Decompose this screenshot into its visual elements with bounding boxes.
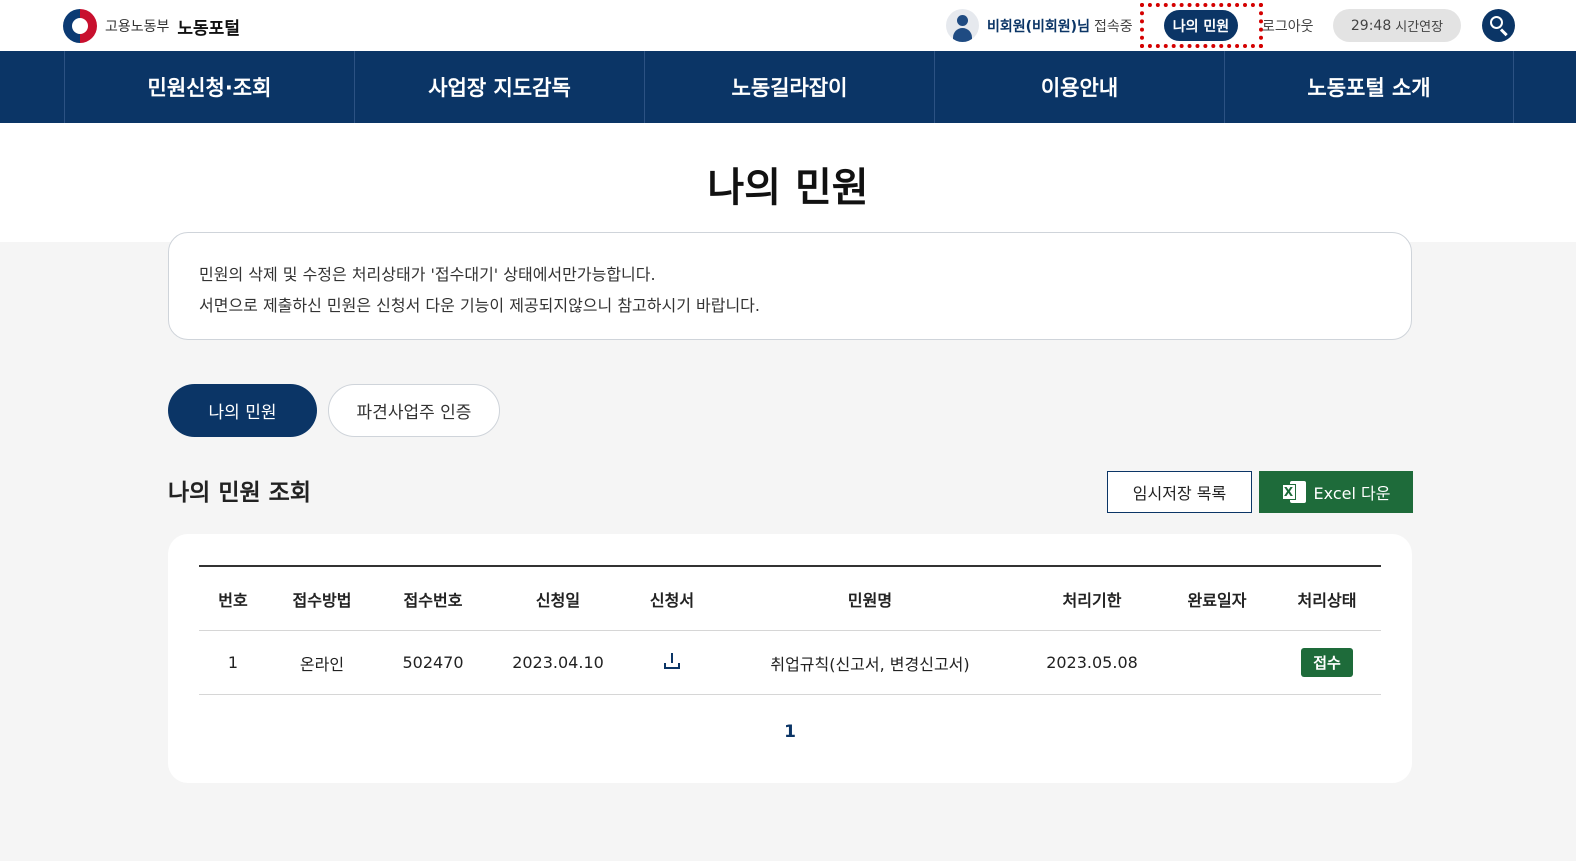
site-logo[interactable]: 고용노동부 노동포털 [63,9,240,43]
user-status: 접속중 [1093,18,1133,35]
search-button[interactable] [1482,9,1515,42]
nav-item-labor-guide[interactable]: 노동길라잡이 [644,51,934,123]
civil-table: 번호 접수방법 접수번호 신청일 신청서 민원명 처리기한 완료일자 처리상태 … [199,565,1381,695]
timer-extend-label: 시간연장 [1395,20,1444,35]
session-timer-button[interactable]: 29:48 시간연장 [1333,9,1461,42]
status-badge: 접수 [1301,648,1353,677]
ministry-name: 고용노동부 [105,19,170,35]
row-apply-date: 2023.04.10 [512,653,604,672]
row-application-form [627,652,717,674]
notice-line: 민원의 삭제 및 수정은 처리상태가 '접수대기' 상태에서만가능합니다. [199,265,656,284]
table-header: 번호 [218,590,248,610]
portal-name: 노동포털 [177,18,240,39]
user-avatar-icon [946,9,979,42]
notice-line: 서면으로 제출하신 민원은 신청서 다운 기능이 제공되지않으니 참고하시기 바… [199,296,760,315]
nav-item-civil-apply[interactable]: 민원신청·조회 [64,51,354,123]
logout-link[interactable]: 로그아웃 [1262,16,1314,36]
my-civil-button[interactable]: 나의 민원 [1164,10,1238,41]
table-row: 1 온라인 502470 2023.04.10 취업규칙(신고서, 변경신고서)… [199,631,1381,695]
table-header-row: 번호 접수방법 접수번호 신청일 신청서 민원명 처리기한 완료일자 처리상태 [199,567,1381,631]
nav-item-workplace-supervision[interactable]: 사업장 지도감독 [354,51,644,123]
download-icon[interactable] [663,652,681,670]
table-header: 신청일 [535,590,581,610]
row-method: 온라인 [299,654,345,674]
excel-download-button[interactable]: X Excel 다운 [1259,471,1413,513]
excel-download-label: Excel 다운 [1313,484,1391,503]
table-header: 신청서 [649,590,695,610]
row-status: 접수 [1273,648,1381,677]
page-title: 나의 민원 [707,165,869,211]
table-header: 완료일자 [1187,590,1247,610]
page-number[interactable]: 1 [784,722,796,742]
tab-dispatch-auth[interactable]: 파견사업주 인증 [328,384,500,437]
row-number: 1 [227,653,239,672]
row-civil-name[interactable]: 취업규칙(신고서, 변경신고서) [717,651,1023,675]
row-receipt-number: 502470 [402,653,464,672]
table-header: 접수방법 [292,590,352,610]
result-panel: 번호 접수방법 접수번호 신청일 신청서 민원명 처리기한 완료일자 처리상태 … [168,534,1412,783]
nav-item-usage-guide[interactable]: 이용안내 [934,51,1224,123]
tab-my-civil[interactable]: 나의 민원 [168,384,317,437]
timer-value: 29:48 [1350,17,1392,34]
user-name: 비회원(비회원)님 [987,18,1090,35]
government-emblem-icon [63,9,97,43]
notice-box: 민원의 삭제 및 수정은 처리상태가 '접수대기' 상태에서만가능합니다. 서면… [168,232,1412,340]
user-info: 비회원(비회원)님 접속중 [946,9,1133,42]
table-header: 민원명 [847,590,893,610]
table-header: 처리기한 [1062,590,1122,610]
main-nav: 민원신청·조회 사업장 지도감독 노동길라잡이 이용안내 노동포털 소개 [0,51,1576,123]
pagination: 1 [168,722,1412,742]
table-header: 처리상태 [1297,590,1357,610]
excel-icon: X [1281,481,1306,503]
section-title: 나의 민원 조회 [168,480,311,506]
row-deadline: 2023.05.08 [1046,653,1138,672]
top-bar: 고용노동부 노동포털 비회원(비회원)님 접속중 나의 민원 로그아웃 29:4… [0,0,1576,51]
table-header: 접수번호 [403,590,463,610]
temp-save-list-button[interactable]: 임시저장 목록 [1107,471,1252,513]
nav-item-portal-intro[interactable]: 노동포털 소개 [1224,51,1514,123]
